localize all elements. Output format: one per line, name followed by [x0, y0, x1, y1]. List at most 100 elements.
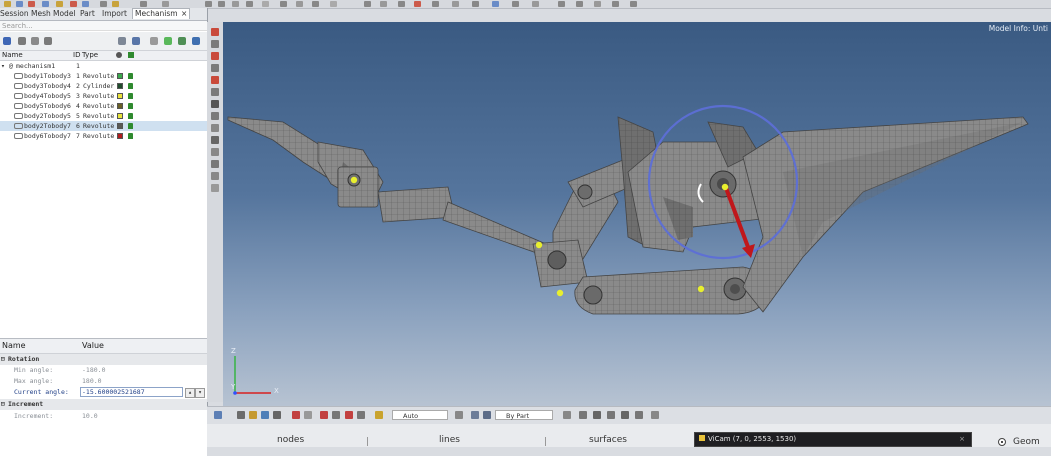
display-icon[interactable]	[651, 411, 659, 419]
lock-icon[interactable]	[128, 133, 133, 139]
collapse-icon[interactable]: ⊟	[1, 399, 5, 410]
group-increment[interactable]: ⊟ Increment	[0, 399, 207, 410]
tool-icon[interactable]	[162, 1, 169, 7]
tool-icon[interactable]	[211, 28, 219, 36]
color-swatch[interactable]	[117, 103, 123, 109]
filter-icon[interactable]	[132, 37, 140, 45]
tab-import[interactable]: Import	[102, 9, 127, 19]
camera-dialog[interactable]: ViCam (7, 0, 2553, 1530) ×	[694, 432, 972, 447]
display-icon[interactable]	[621, 411, 629, 419]
close-icon[interactable]: ×	[181, 9, 187, 18]
hydraulic-cylinder[interactable]	[377, 186, 554, 258]
color-swatch[interactable]	[117, 73, 123, 79]
joint-icon[interactable]	[18, 37, 26, 45]
group-rotation[interactable]: ⊟ Rotation	[0, 354, 207, 365]
tool-icon[interactable]	[246, 1, 253, 7]
import-icon[interactable]	[42, 1, 49, 7]
tool-icon[interactable]	[380, 1, 387, 7]
tool-icon[interactable]	[612, 1, 619, 7]
tab-mesh[interactable]: Mesh	[31, 9, 51, 19]
tool-icon[interactable]	[205, 1, 212, 7]
tool-icon[interactable]	[492, 1, 499, 7]
tool-icon[interactable]	[211, 148, 219, 156]
tool-icon[interactable]	[211, 184, 219, 192]
tab-model[interactable]: Model	[53, 9, 76, 19]
tool-icon[interactable]	[630, 1, 637, 7]
view-icon[interactable]	[261, 411, 269, 419]
display-icon[interactable]	[607, 411, 615, 419]
view-icon[interactable]	[237, 411, 245, 419]
bottom-link[interactable]	[574, 266, 769, 315]
export-icon[interactable]	[56, 1, 63, 7]
display-icon[interactable]	[471, 411, 479, 419]
tool-icon[interactable]	[232, 1, 239, 7]
view-icon[interactable]	[292, 411, 300, 419]
tool-icon[interactable]	[211, 88, 219, 96]
tool-icon[interactable]	[211, 64, 219, 72]
tool-icon[interactable]	[398, 1, 405, 7]
property-row-current-angle[interactable]: Current angle: -15.600002521687 ▴ ▾	[0, 387, 207, 398]
tab-session[interactable]: Session	[0, 9, 29, 19]
color-swatch[interactable]	[117, 123, 123, 129]
color-swatch[interactable]	[117, 93, 123, 99]
joint-row[interactable]: body2Tobody5 5 Revolute	[0, 111, 207, 121]
tool-icon[interactable]	[211, 172, 219, 180]
tab-mechanism[interactable]: Mechanism ×	[132, 8, 191, 19]
joint-icon[interactable]	[31, 37, 39, 45]
close-icon[interactable]: ×	[959, 433, 965, 446]
filter-icon[interactable]	[118, 37, 126, 45]
joint-row[interactable]: body3Tobody4 2 Cylinder	[0, 81, 207, 91]
view-icon[interactable]	[304, 411, 312, 419]
save-icon[interactable]	[28, 1, 35, 7]
tool-icon[interactable]	[218, 1, 225, 7]
tool-icon[interactable]	[330, 1, 337, 7]
tool-icon[interactable]	[211, 112, 219, 120]
display-icon[interactable]	[635, 411, 643, 419]
tool-icon[interactable]	[211, 100, 219, 108]
tool-icon[interactable]	[472, 1, 479, 7]
view-icon[interactable]	[345, 411, 353, 419]
view-icon[interactable]	[332, 411, 340, 419]
lock-icon[interactable]	[128, 73, 133, 79]
display-icon[interactable]	[593, 411, 601, 419]
lock-icon[interactable]	[128, 123, 133, 129]
color-swatch[interactable]	[117, 83, 123, 89]
left-clevis[interactable]	[337, 166, 379, 208]
search-input[interactable]: Search...	[0, 21, 207, 31]
tool-icon[interactable]	[414, 1, 421, 7]
view-icon[interactable]	[273, 411, 281, 419]
display-icon[interactable]	[563, 411, 571, 419]
lock-icon[interactable]	[128, 83, 133, 89]
tool-icon[interactable]	[211, 124, 219, 132]
column-type[interactable]: Type	[82, 51, 98, 60]
tool-icon[interactable]	[558, 1, 565, 7]
joint-row[interactable]: body6Tobody7 7 Revolute	[0, 131, 207, 141]
tool-icon[interactable]	[140, 1, 147, 7]
joint-row[interactable]: body5Tobody6 4 Revolute	[0, 101, 207, 111]
tool-icon[interactable]	[512, 1, 519, 7]
lock-icon[interactable]	[128, 113, 133, 119]
column-id[interactable]: ID	[73, 51, 80, 60]
new-icon[interactable]	[4, 1, 11, 7]
property-row-min-angle[interactable]: Min angle: -180.0	[0, 365, 207, 376]
color-swatch[interactable]	[117, 113, 123, 119]
joint-icon[interactable]	[44, 37, 52, 45]
tool-icon[interactable]	[312, 1, 319, 7]
display-icon[interactable]	[178, 37, 186, 45]
tool-icon[interactable]	[211, 40, 219, 48]
spin-up-icon[interactable]: ▴	[185, 388, 195, 398]
lock-icon[interactable]	[128, 103, 133, 109]
star-icon[interactable]	[375, 411, 383, 419]
entity-tab-lines[interactable]: lines	[439, 435, 460, 445]
color-swatch[interactable]	[117, 133, 123, 139]
collapse-icon[interactable]: ▾	[1, 61, 5, 71]
tool-icon[interactable]	[576, 1, 583, 7]
tool-icon[interactable]	[211, 136, 219, 144]
expand-icon[interactable]	[150, 37, 158, 45]
view-icon[interactable]	[249, 411, 257, 419]
mechanism-icon[interactable]	[3, 37, 11, 45]
tool-icon[interactable]	[296, 1, 303, 7]
tool-icon[interactable]	[262, 1, 269, 7]
entity-tab-nodes[interactable]: nodes	[277, 435, 304, 445]
entity-tab-surfaces[interactable]: surfaces	[589, 435, 627, 445]
